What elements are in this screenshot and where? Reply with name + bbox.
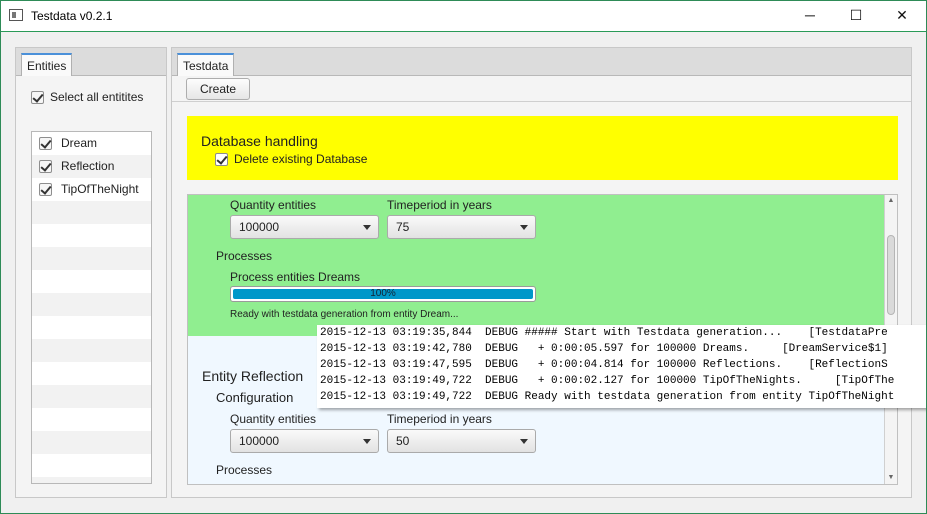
- dream-quantity-select[interactable]: 100000: [230, 215, 379, 239]
- scroll-down-icon[interactable]: ▼: [885, 472, 897, 484]
- tab-testdata[interactable]: Testdata: [177, 53, 235, 76]
- minimize-button[interactable]: ─: [787, 0, 833, 31]
- scroll-up-icon[interactable]: ▲: [885, 195, 897, 207]
- reflection-quantity-value: 100000: [239, 434, 280, 448]
- checkbox-checked-icon[interactable]: [39, 160, 52, 174]
- reflection-configuration-label: Configuration: [216, 390, 294, 405]
- reflection-processes-label: Processes: [216, 463, 273, 477]
- dream-quantity-label: Quantity entities: [230, 198, 317, 212]
- toolbar-divider: [172, 101, 911, 102]
- chevron-down-icon: [520, 225, 528, 230]
- dream-timeperiod-label: Timeperiod in years: [387, 198, 492, 212]
- delete-database-label: Delete existing Database: [234, 152, 368, 166]
- window-title: Testdata v0.2.1: [31, 9, 113, 23]
- chevron-down-icon: [363, 439, 371, 444]
- checkbox-checked-icon[interactable]: [39, 137, 52, 151]
- entities-tabbar: Entities: [16, 48, 166, 76]
- testdata-tabbar: Testdata: [172, 48, 911, 76]
- log-line: 2015-12-13 03:19:35,844 DEBUG ##### Star…: [320, 327, 888, 339]
- dream-timeperiod-select[interactable]: 75: [387, 215, 536, 239]
- reflection-quantity-label: Quantity entities: [230, 412, 317, 426]
- list-item-label: TipOfTheNight: [61, 182, 139, 196]
- dream-quantity-value: 100000: [239, 220, 280, 234]
- log-line: 2015-12-13 03:19:47,595 DEBUG + 0:00:04.…: [320, 359, 888, 371]
- log-tooltip: 2015-12-13 03:19:35,844 DEBUG ##### Star…: [317, 325, 927, 408]
- dream-process-label: Process entities Dreams: [230, 270, 361, 284]
- delete-database-checkbox[interactable]: Delete existing Database: [215, 152, 368, 167]
- reflection-title: Entity Reflection: [202, 368, 304, 384]
- reflection-timeperiod-value: 50: [396, 434, 410, 448]
- list-item-reflection[interactable]: Reflection: [32, 155, 151, 178]
- dream-status-text: Ready with testdata generation from enti…: [230, 309, 459, 320]
- database-section: Database handling Delete existing Databa…: [187, 116, 898, 180]
- tab-entities[interactable]: Entities: [21, 53, 73, 76]
- progress-text: 100%: [370, 288, 396, 299]
- log-line: 2015-12-13 03:19:49,722 DEBUG + 0:00:02.…: [320, 375, 895, 387]
- list-item-label: Reflection: [61, 159, 115, 173]
- reflection-timeperiod-select[interactable]: 50: [387, 429, 536, 453]
- maximize-button[interactable]: ☐: [833, 0, 879, 31]
- entities-panel: Entities Select all entitites Dream Refl…: [15, 47, 167, 498]
- dream-progress-bar: 100%: [230, 286, 536, 302]
- list-item-dream[interactable]: Dream: [32, 132, 151, 155]
- select-all-checkbox[interactable]: Select all entitites: [31, 90, 144, 105]
- checkbox-checked-icon[interactable]: [39, 183, 52, 197]
- log-line: 2015-12-13 03:19:42,780 DEBUG + 0:00:05.…: [320, 343, 888, 355]
- list-item-label: Dream: [61, 136, 98, 150]
- toolbar: Create: [172, 76, 911, 102]
- dream-timeperiod-value: 75: [396, 220, 410, 234]
- chevron-down-icon: [520, 439, 528, 444]
- dream-processes-label: Processes: [216, 249, 273, 263]
- app-icon: [9, 9, 23, 21]
- list-item-tipofthenight[interactable]: TipOfTheNight: [32, 178, 151, 201]
- entity-list[interactable]: Dream Reflection TipOfTheNight: [31, 131, 152, 484]
- checkbox-checked-icon[interactable]: [215, 153, 228, 167]
- database-title: Database handling: [201, 133, 318, 149]
- reflection-quantity-select[interactable]: 100000: [230, 429, 379, 453]
- select-all-label: Select all entitites: [50, 90, 144, 104]
- chevron-down-icon: [363, 225, 371, 230]
- checkbox-checked-icon[interactable]: [31, 91, 44, 105]
- dream-section: Quantity entities Timeperiod in years 10…: [188, 195, 885, 336]
- reflection-timeperiod-label: Timeperiod in years: [387, 412, 492, 426]
- title-bar: Testdata v0.2.1 ─ ☐ ✕: [0, 0, 927, 32]
- create-button[interactable]: Create: [186, 78, 250, 100]
- close-button[interactable]: ✕: [879, 0, 925, 31]
- scroll-thumb[interactable]: [887, 235, 895, 315]
- testdata-panel: Testdata Create Database handling Delete…: [171, 47, 912, 498]
- log-line: 2015-12-13 03:19:49,722 DEBUG Ready with…: [320, 391, 895, 403]
